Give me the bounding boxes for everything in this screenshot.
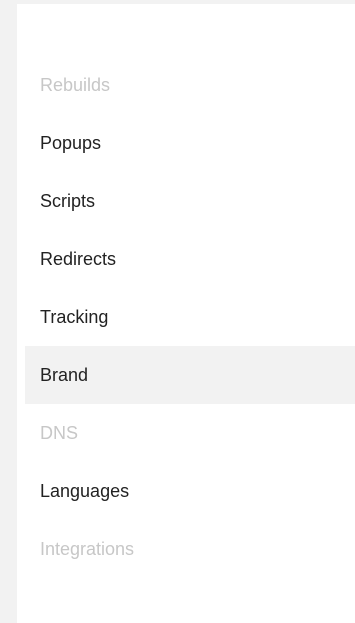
- settings-menu: Rebuilds Popups Scripts Redirects Tracki…: [25, 56, 355, 578]
- menu-item-popups[interactable]: Popups: [25, 114, 355, 172]
- menu-item-tracking[interactable]: Tracking: [25, 288, 355, 346]
- menu-item-brand[interactable]: Brand: [25, 346, 355, 404]
- menu-item-languages[interactable]: Languages: [25, 462, 355, 520]
- menu-item-redirects[interactable]: Redirects: [25, 230, 355, 288]
- menu-item-label: Rebuilds: [40, 74, 111, 95]
- menu-item-scripts[interactable]: Scripts: [25, 172, 355, 230]
- menu-item-label: Tracking: [40, 306, 109, 327]
- menu-item-rebuilds: Rebuilds: [25, 56, 355, 114]
- menu-item-label: Scripts: [40, 190, 96, 211]
- menu-item-label: Languages: [40, 480, 130, 501]
- menu-item-label: Integrations: [40, 538, 135, 559]
- menu-item-integrations: Integrations: [25, 520, 355, 578]
- menu-item-label: Popups: [40, 132, 102, 153]
- menu-item-label: Brand: [40, 364, 89, 385]
- menu-item-label: Redirects: [40, 248, 117, 269]
- menu-item-label: DNS: [40, 422, 79, 443]
- menu-item-dns: DNS: [25, 404, 355, 462]
- settings-nav-panel: Rebuilds Popups Scripts Redirects Tracki…: [17, 4, 355, 623]
